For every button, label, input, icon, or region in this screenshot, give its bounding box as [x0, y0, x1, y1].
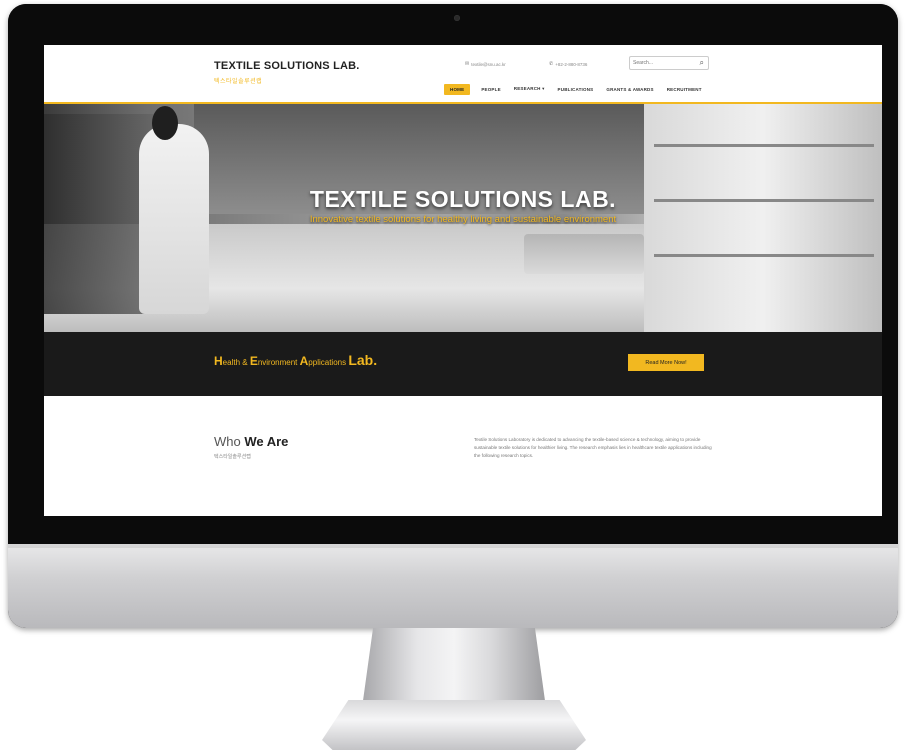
contact-phone[interactable]: ✆ +82-2-880-8736	[549, 61, 587, 67]
heal-lab-heading: Health & Environment Applications Lab.	[214, 352, 378, 368]
read-more-button[interactable]: Read More Now!	[628, 354, 704, 371]
website-screen: TEXTILE SOLUTIONS LAB. 텍스타일솔루션랩 ✉ textil…	[44, 45, 882, 516]
nav-publications[interactable]: PUBLICATIONS	[556, 84, 596, 95]
who-we-are-description: Textile Solutions Laboratory is dedicate…	[474, 437, 712, 458]
nav-home[interactable]: HOME	[444, 83, 471, 95]
search-input[interactable]	[633, 58, 688, 68]
who-we-are-title: Who We Are	[214, 434, 289, 449]
who-we-are-subtitle: 텍스타일솔루션랩	[214, 454, 251, 460]
monitor-chin	[8, 544, 898, 628]
site-header: TEXTILE SOLUTIONS LAB. 텍스타일솔루션랩 ✉ textil…	[44, 45, 882, 104]
search-box: ⌕	[629, 56, 709, 70]
site-subtitle: 텍스타일솔루션랩	[214, 79, 263, 85]
monitor: TEXTILE SOLUTIONS LAB. 텍스타일솔루션랩 ✉ textil…	[8, 4, 898, 628]
site-title[interactable]: TEXTILE SOLUTIONS LAB.	[214, 60, 360, 72]
hero-tagline: Innovative textile solutions for healthy…	[309, 214, 617, 225]
monitor-stand-base	[322, 700, 586, 750]
camera-dot	[454, 15, 460, 21]
hero-banner: TEXTILE SOLUTIONS LAB. Innovative textil…	[44, 104, 882, 332]
lab-sink-image	[524, 234, 644, 274]
phone-icon: ✆	[549, 61, 554, 67]
nav-grants-awards[interactable]: GRANTS & AWARDS	[604, 84, 655, 95]
contact-email[interactable]: ✉ textile@snu.ac.kr	[465, 61, 506, 67]
who-we-are-section: Who We Are 텍스타일솔루션랩 Textile Solutions La…	[44, 396, 882, 516]
email-icon: ✉	[465, 61, 470, 67]
search-icon[interactable]: ⌕	[700, 58, 704, 68]
heal-lab-band: Health & Environment Applications Lab. R…	[44, 332, 882, 396]
main-nav: HOME PEOPLE RESEARCH ▾ PUBLICATIONS GRAN…	[444, 83, 704, 95]
nav-research[interactable]: RESEARCH ▾	[512, 83, 547, 95]
monitor-stand-neck	[362, 628, 546, 708]
hero-title: TEXTILE SOLUTIONS LAB.	[309, 186, 617, 212]
nav-people[interactable]: PEOPLE	[479, 84, 502, 95]
nav-recruitment[interactable]: RECRUITMENT	[665, 84, 704, 95]
